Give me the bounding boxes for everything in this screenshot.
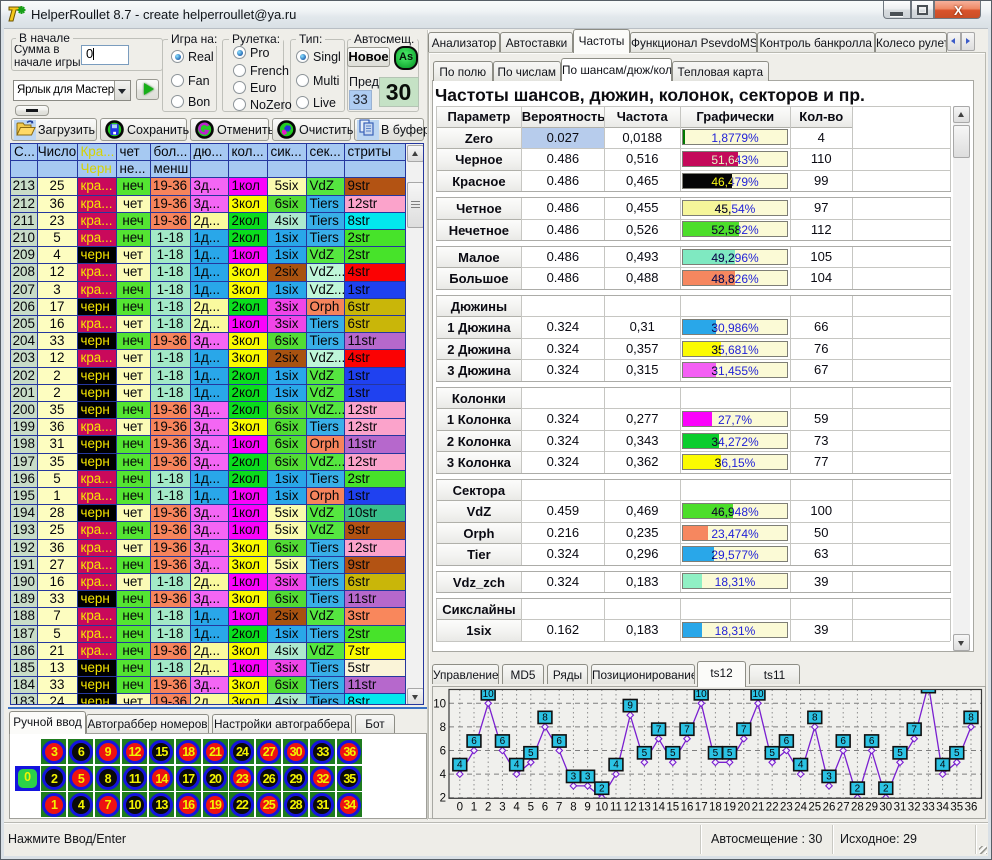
svg-text:18: 18 <box>709 801 722 813</box>
svg-text:23: 23 <box>780 801 793 813</box>
svg-text:2: 2 <box>854 783 860 794</box>
svg-text:4: 4 <box>439 769 446 781</box>
svg-text:8: 8 <box>812 713 818 724</box>
svg-text:4: 4 <box>457 760 463 771</box>
svg-text:8: 8 <box>439 722 445 734</box>
svg-text:7: 7 <box>555 801 561 813</box>
svg-text:21: 21 <box>751 801 764 813</box>
svg-text:10: 10 <box>482 689 494 700</box>
svg-text:6: 6 <box>471 736 477 747</box>
svg-text:5: 5 <box>897 748 903 759</box>
svg-text:5: 5 <box>527 801 533 813</box>
svg-text:16: 16 <box>680 801 693 813</box>
svg-text:7: 7 <box>655 724 661 735</box>
svg-text:6: 6 <box>499 736 505 747</box>
svg-text:6: 6 <box>439 746 445 758</box>
svg-text:36: 36 <box>964 801 977 813</box>
svg-text:4: 4 <box>797 760 803 771</box>
svg-text:4: 4 <box>513 760 519 771</box>
svg-text:17: 17 <box>694 801 707 813</box>
svg-text:8: 8 <box>570 801 576 813</box>
svg-text:31: 31 <box>893 801 906 813</box>
svg-text:6: 6 <box>556 736 562 747</box>
svg-text:26: 26 <box>822 801 835 813</box>
svg-text:6: 6 <box>541 801 547 813</box>
svg-text:4: 4 <box>513 801 520 813</box>
svg-text:9: 9 <box>584 801 590 813</box>
svg-text:1: 1 <box>470 801 476 813</box>
svg-text:3: 3 <box>826 772 832 783</box>
svg-text:10: 10 <box>752 689 764 700</box>
svg-text:33: 33 <box>922 801 935 813</box>
svg-text:30: 30 <box>879 801 892 813</box>
svg-text:5: 5 <box>528 748 534 759</box>
svg-text:0: 0 <box>456 801 462 813</box>
svg-text:27: 27 <box>836 801 849 813</box>
svg-text:3: 3 <box>499 801 505 813</box>
svg-text:15: 15 <box>666 801 679 813</box>
svg-text:19: 19 <box>723 801 736 813</box>
svg-text:14: 14 <box>652 801 665 813</box>
svg-text:29: 29 <box>865 801 878 813</box>
svg-text:6: 6 <box>868 736 874 747</box>
svg-text:10: 10 <box>433 698 446 710</box>
svg-text:5: 5 <box>641 748 647 759</box>
svg-text:5: 5 <box>726 748 732 759</box>
svg-text:8: 8 <box>542 713 548 724</box>
svg-text:5: 5 <box>670 748 676 759</box>
svg-text:3: 3 <box>584 772 590 783</box>
svg-text:28: 28 <box>851 801 864 813</box>
svg-text:5: 5 <box>769 748 775 759</box>
svg-text:6: 6 <box>840 736 846 747</box>
svg-text:2: 2 <box>484 801 490 813</box>
svg-text:22: 22 <box>765 801 778 813</box>
svg-text:6: 6 <box>783 736 789 747</box>
svg-text:11: 11 <box>610 801 622 813</box>
svg-text:5: 5 <box>712 748 718 759</box>
svg-text:2: 2 <box>883 783 889 794</box>
svg-text:2: 2 <box>439 793 445 805</box>
svg-text:10: 10 <box>595 801 608 813</box>
svg-text:12: 12 <box>623 801 636 813</box>
svg-text:25: 25 <box>808 801 821 813</box>
svg-text:7: 7 <box>741 724 747 735</box>
svg-text:34: 34 <box>936 801 949 813</box>
svg-text:3: 3 <box>570 772 576 783</box>
svg-text:7: 7 <box>911 724 917 735</box>
svg-text:13: 13 <box>638 801 651 813</box>
svg-text:32: 32 <box>907 801 920 813</box>
svg-text:10: 10 <box>695 689 707 700</box>
svg-text:9: 9 <box>627 701 633 712</box>
svg-text:20: 20 <box>737 801 750 813</box>
svg-text:2: 2 <box>599 783 605 794</box>
svg-text:24: 24 <box>794 801 807 813</box>
svg-text:4: 4 <box>613 760 619 771</box>
svg-text:7: 7 <box>684 724 690 735</box>
svg-text:8: 8 <box>968 713 974 724</box>
svg-text:5: 5 <box>954 748 960 759</box>
svg-text:4: 4 <box>939 760 945 771</box>
svg-text:35: 35 <box>950 801 963 813</box>
